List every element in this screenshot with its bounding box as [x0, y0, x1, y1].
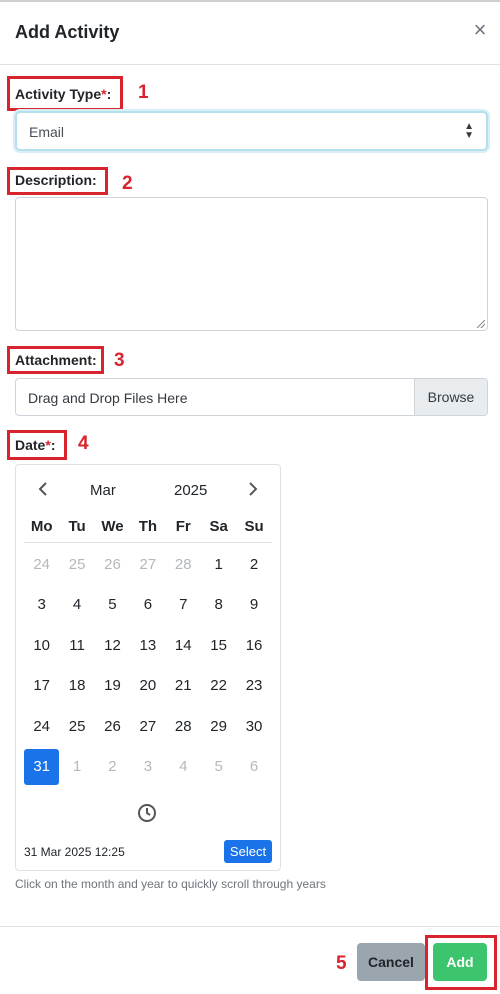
- calendar-day[interactable]: 27: [130, 547, 165, 583]
- calendar-day[interactable]: 14: [166, 628, 201, 664]
- clock-icon[interactable]: [137, 803, 157, 823]
- calendar-day-selected[interactable]: 31: [24, 749, 60, 785]
- sort-caret-icon: ▲ ▼: [464, 121, 474, 141]
- calendar-day[interactable]: 5: [95, 587, 130, 623]
- calendar-day[interactable]: 11: [59, 628, 94, 664]
- chevron-left-icon[interactable]: [37, 479, 49, 503]
- calendar-day[interactable]: 25: [59, 547, 94, 583]
- calendar-day[interactable]: 7: [166, 587, 201, 623]
- annotation-box-5: [425, 935, 497, 990]
- weekday-header: Sa: [209, 518, 228, 535]
- calendar-day[interactable]: 28: [166, 547, 201, 583]
- calendar-day[interactable]: 28: [166, 709, 201, 745]
- calendar-day[interactable]: 5: [201, 749, 236, 785]
- calendar-day[interactable]: 3: [24, 587, 59, 623]
- description-label: Description:: [15, 172, 97, 188]
- weekday-header: Mo: [30, 518, 53, 535]
- calendar-day[interactable]: 25: [59, 709, 94, 745]
- activity-type-label: Activity Type*:: [15, 86, 112, 102]
- calendar-day[interactable]: 21: [166, 668, 201, 704]
- attachment-label: Attachment:: [15, 352, 97, 368]
- calendar-year[interactable]: 2025: [174, 482, 207, 499]
- modal-header: Add Activity ×: [0, 0, 500, 65]
- activity-type-select[interactable]: Email ▲ ▼: [15, 111, 488, 151]
- calendar-day[interactable]: 2: [95, 749, 130, 785]
- calendar-day[interactable]: 26: [95, 547, 130, 583]
- close-icon[interactable]: ×: [470, 18, 490, 42]
- select-button[interactable]: Select: [224, 840, 272, 863]
- calendar-day[interactable]: 6: [130, 587, 165, 623]
- weekday-header: Fr: [175, 518, 191, 535]
- calendar-day[interactable]: 17: [24, 668, 59, 704]
- calendar-day[interactable]: 27: [130, 709, 165, 745]
- drop-zone-text: Drag and Drop Files Here: [28, 390, 188, 406]
- browse-button[interactable]: Browse: [414, 379, 487, 415]
- weekday-header: We: [101, 518, 124, 535]
- calendar-day[interactable]: 26: [95, 709, 130, 745]
- calendar-day[interactable]: 2: [236, 547, 271, 583]
- annotation-number-2: 2: [122, 173, 133, 194]
- weekday-header: Su: [244, 518, 264, 535]
- annotation-number-5: 5: [336, 953, 347, 974]
- calendar-day[interactable]: 18: [59, 668, 94, 704]
- calendar-day[interactable]: 4: [166, 749, 201, 785]
- calendar-day[interactable]: 9: [236, 587, 271, 623]
- calendar-day[interactable]: 16: [236, 628, 271, 664]
- activity-type-value: Email: [29, 124, 65, 140]
- calendar-day[interactable]: 1: [201, 547, 236, 583]
- date-picker: Mar 2025 Mo Tu We Th Fr Sa Su 24 25 26 27 28 1 2 3 4 5 6 7…: [15, 464, 281, 871]
- weekday-header: Th: [138, 518, 158, 535]
- annotation-number-4: 4: [78, 433, 89, 454]
- annotation-number-1: 1: [138, 82, 149, 103]
- calendar-day[interactable]: 6: [236, 749, 271, 785]
- modal-title: Add Activity: [15, 22, 120, 42]
- calendar-month[interactable]: Mar: [90, 482, 116, 499]
- description-textarea[interactable]: [15, 197, 488, 331]
- calendar-day[interactable]: 10: [24, 628, 59, 664]
- calendar-day[interactable]: 23: [236, 668, 271, 704]
- calendar-day[interactable]: 22: [201, 668, 236, 704]
- calendar-day[interactable]: 4: [59, 587, 94, 623]
- date-label: Date*:: [15, 437, 56, 453]
- calendar-day[interactable]: 15: [201, 628, 236, 664]
- calendar-day[interactable]: 19: [95, 668, 130, 704]
- calendar-day[interactable]: 1: [59, 749, 94, 785]
- calendar-day[interactable]: 29: [201, 709, 236, 745]
- chevron-right-icon[interactable]: [247, 479, 259, 503]
- annotation-number-3: 3: [114, 350, 125, 371]
- calendar-day[interactable]: 3: [130, 749, 165, 785]
- calendar-grid: Mo Tu We Th Fr Sa Su 24 25 26 27 28 1 2 3 4 5 6 7 8 9 10 11 12 1…: [24, 512, 272, 785]
- selected-datetime: 31 Mar 2025 12:25: [24, 845, 125, 859]
- cancel-button[interactable]: Cancel: [357, 943, 425, 981]
- calendar-day[interactable]: 12: [95, 628, 130, 664]
- calendar-day[interactable]: 8: [201, 587, 236, 623]
- calendar-day[interactable]: 13: [130, 628, 165, 664]
- calendar-day[interactable]: 20: [130, 668, 165, 704]
- calendar-day[interactable]: 24: [24, 547, 59, 583]
- calendar-day[interactable]: 24: [24, 709, 59, 745]
- calendar-day[interactable]: 30: [236, 709, 271, 745]
- calendar-hint: Click on the month and year to quickly s…: [15, 877, 326, 891]
- weekday-header: Tu: [68, 518, 86, 535]
- file-drop-zone[interactable]: Drag and Drop Files Here Browse: [15, 378, 488, 416]
- resize-handle-icon[interactable]: [477, 320, 485, 328]
